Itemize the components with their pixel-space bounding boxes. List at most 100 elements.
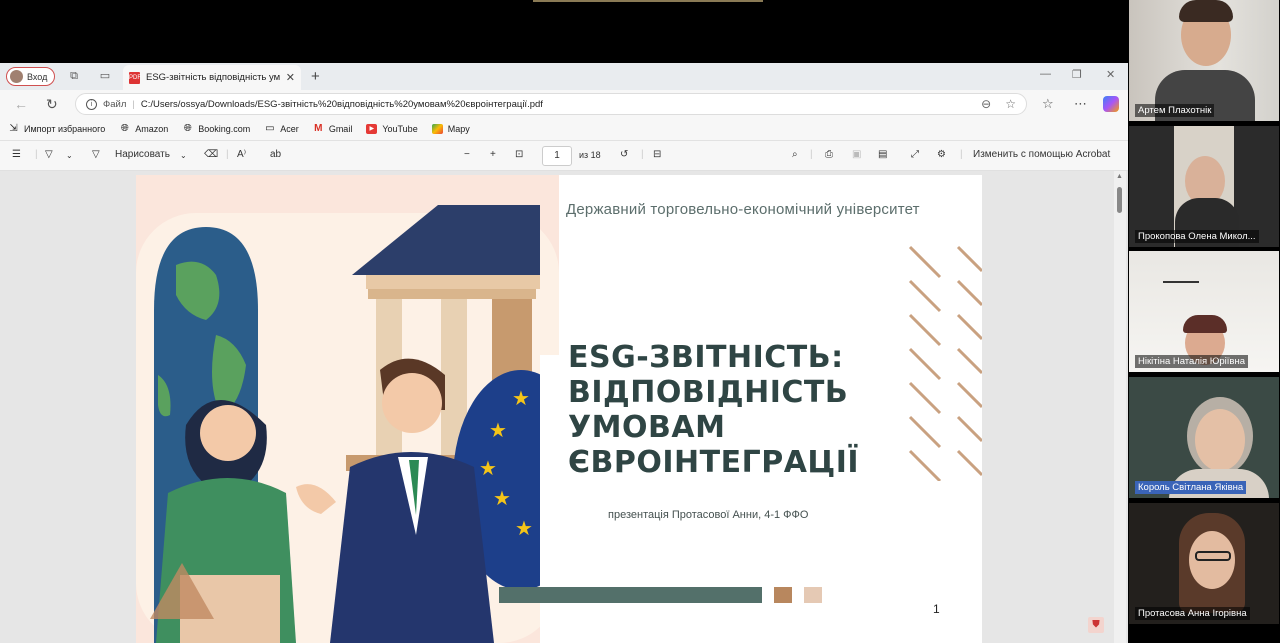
slide-illustration: ★ ★ ★ ★ ★ [136, 175, 559, 643]
draw-label[interactable]: Нарисовать [115, 149, 170, 160]
print-icon[interactable]: ⎙ [825, 149, 833, 160]
settings-gear-icon[interactable]: ⚙ [937, 149, 946, 160]
participant-name: Нікітіна Наталія Юріївна [1135, 355, 1248, 368]
bookmark-label: YouTube [382, 124, 418, 134]
favorite-star-icon[interactable]: ☆ [1005, 97, 1016, 111]
save-as-icon[interactable]: ▤ [878, 149, 887, 160]
info-icon[interactable]: i [86, 98, 97, 110]
vertical-scrollbar[interactable]: ▲ [1114, 171, 1126, 643]
participant-tile[interactable]: Артем Плахотнік [1129, 0, 1279, 121]
eraser-icon[interactable]: ⌫ [204, 149, 218, 160]
ceiling-lamp [1163, 281, 1199, 295]
svg-text:★: ★ [512, 388, 530, 410]
participant-hair [1183, 315, 1227, 333]
avatar [10, 70, 23, 83]
glasses [1195, 551, 1231, 561]
read-aloud-icon[interactable]: A⁾ [237, 149, 246, 160]
slide-title-line: ВІДПОВІДНІСТЬ [568, 375, 849, 410]
diagonal-lines-decoration [908, 245, 982, 481]
bookmark-mapy[interactable]: Mapy [431, 124, 470, 134]
page-number-input[interactable]: 1 [542, 146, 572, 166]
globe-icon: 🌐︎ [183, 123, 192, 134]
bookmark-label: Mapy [447, 124, 470, 134]
search-icon[interactable]: ⌕ [792, 149, 798, 160]
rotate-icon[interactable]: ↺ [620, 149, 628, 160]
address-scheme: Файл [103, 98, 127, 110]
draw-icon[interactable]: ▽ [92, 149, 100, 160]
import-icon: ⇲ [9, 123, 18, 134]
slide-title: ESG-ЗВІТНІСТЬ: ВІДПОВІДНІСТЬ УМОВАМ ЄВРО… [568, 340, 898, 480]
participant-tile[interactable]: Прокопова Олена Микол... [1129, 126, 1279, 247]
address-url[interactable]: C:/Users/ossya/Downloads/ESG-звітність%2… [141, 99, 967, 110]
zoom-icon[interactable]: ⊖ [981, 97, 991, 111]
zoom-out-icon[interactable]: − [464, 149, 470, 160]
profile-button[interactable]: Вход [6, 67, 56, 86]
participant-tile[interactable]: Протасова Анна Ігорівна [1129, 503, 1279, 624]
bookmark-acer[interactable]: ▭ Acer [264, 124, 299, 135]
fit-page-icon[interactable]: ⊡ [515, 149, 523, 160]
more-menu-icon[interactable]: ⋯ [1074, 96, 1087, 112]
pdf-toolbar: ☰ | ▽ ⌄ ▽ Нарисовать ⌄ ⌫ | A⁾ ab − + ⊡ 1… [0, 141, 1128, 171]
workspaces-icon[interactable]: ⧉ [68, 70, 80, 82]
new-tab-icon[interactable]: + [311, 68, 320, 85]
slide-subtitle: презентація Протасової Анни, 4-1 ФФО [608, 509, 809, 521]
slide-title-line: УМОВАМ [568, 410, 726, 445]
pdf-file-icon: PDF [129, 71, 141, 84]
participant-tile[interactable]: Король Світлана Яківна [1129, 377, 1279, 498]
participant-name: Протасова Анна Ігорівна [1135, 607, 1250, 620]
tab-pdf[interactable]: PDF ESG-звітність відповідність умов ✕ [123, 65, 301, 90]
svg-text:★: ★ [479, 458, 497, 480]
bookmarks-bar: ⇲ Импорт избранного 🌐︎ Amazon 🌐︎ Booking… [0, 118, 1128, 141]
chevron-down-icon[interactable]: ⌄ [66, 151, 73, 160]
accent-square-brown [774, 587, 792, 603]
scroll-up-icon[interactable]: ▲ [1116, 173, 1123, 180]
accent-bar [499, 587, 762, 603]
bookmark-label: Acer [280, 124, 299, 134]
contents-icon[interactable]: ☰ [12, 149, 21, 160]
fullscreen-icon[interactable]: ⤢ [911, 149, 919, 160]
participant-name: Король Світлана Яківна [1135, 481, 1247, 494]
toolbar-divider: | [641, 149, 644, 160]
browser-window: Вход ⧉ ▭ PDF ESG-звітність відповідність… [0, 63, 1128, 643]
toolbar-divider: | [35, 149, 38, 160]
zoom-in-icon[interactable]: + [490, 149, 496, 160]
address-row: ← ↻ i Файл | C:/Users/ossya/Downloads/ES… [0, 90, 1128, 118]
participant-hair [1179, 0, 1233, 22]
pdf-viewport[interactable]: ★ ★ ★ ★ ★ Державний торговельно-економіч… [0, 171, 1128, 643]
tab-title: ESG-звітність відповідність умов [146, 72, 280, 83]
tab-actions-icon[interactable]: ▭ [99, 70, 111, 82]
close-icon[interactable]: ✕ [286, 71, 295, 84]
minimize-icon[interactable]: — [1040, 68, 1051, 80]
page-view-icon[interactable]: ⊟ [653, 149, 661, 160]
back-icon[interactable]: ← [14, 96, 28, 112]
address-bar[interactable]: i Файл | C:/Users/ossya/Downloads/ESG-зв… [75, 93, 1027, 115]
window-close-icon[interactable]: ✕ [1106, 68, 1115, 81]
bookmark-label: Amazon [135, 124, 169, 134]
address-separator: | [132, 98, 135, 110]
scrollbar-thumb[interactable] [1117, 187, 1122, 213]
acrobat-icon[interactable]: ⛊ [1088, 617, 1104, 633]
page-total: из 18 [579, 150, 601, 160]
bookmark-amazon[interactable]: 🌐︎ Amazon [119, 124, 169, 135]
bookmark-youtube[interactable]: ▶ YouTube [366, 124, 418, 134]
bookmark-import[interactable]: ⇲ Импорт избранного [8, 123, 106, 135]
highlight-icon[interactable]: ▽ [45, 149, 53, 160]
slide-title-line: ESG-ЗВІТНІСТЬ: [568, 340, 844, 375]
bookmark-booking[interactable]: 🌐︎ Booking.com [182, 123, 251, 135]
bookmark-label: Импорт избранного [24, 124, 106, 134]
participant-video [1195, 409, 1245, 471]
edit-with-acrobat-button[interactable]: Изменить с помощью Acrobat [973, 149, 1110, 160]
screen-share-top-area [0, 0, 1128, 63]
refresh-icon[interactable]: ↻ [46, 96, 58, 113]
favorites-icon[interactable]: ☆ [1042, 96, 1054, 112]
save-icon[interactable]: ▣ [852, 149, 861, 160]
participant-tile[interactable]: Нікітіна Наталія Юріївна [1129, 251, 1279, 372]
university-name: Державний торговельно-економічний універ… [566, 201, 920, 218]
translate-icon[interactable]: ab [270, 149, 281, 160]
bookmark-gmail[interactable]: M Gmail [313, 124, 352, 135]
copilot-icon[interactable] [1103, 96, 1119, 112]
participants-panel: Артем Плахотнік Прокопова Олена Микол...… [1128, 0, 1280, 643]
chevron-down-icon[interactable]: ⌄ [180, 151, 187, 160]
toolbar-divider: | [226, 149, 229, 160]
maximize-icon[interactable]: ❐ [1072, 68, 1082, 81]
